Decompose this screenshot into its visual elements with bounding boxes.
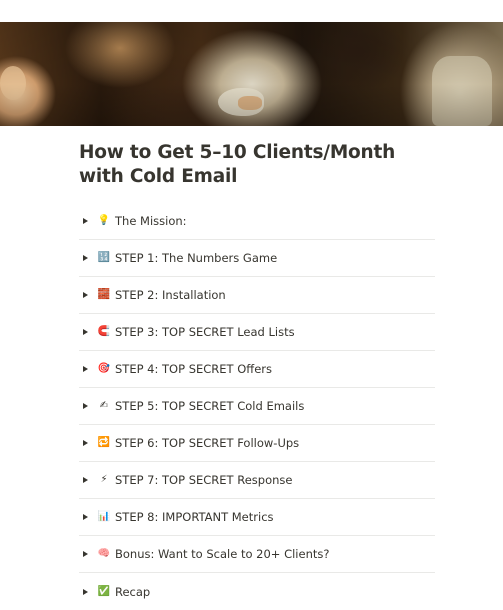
toggle-triangle-icon[interactable] (83, 588, 88, 595)
toggle-label: STEP 2: Installation (115, 288, 226, 302)
toggle-step-6[interactable]: 🔁 STEP 6: TOP SECRET Follow-Ups (79, 425, 435, 462)
toggle-step-7[interactable]: ⚡ STEP 7: TOP SECRET Response (79, 462, 435, 499)
lightning-icon: ⚡ (100, 474, 108, 485)
brick-icon: 🧱 (97, 289, 111, 300)
writing-hand-icon: ✍ (99, 400, 109, 411)
toggle-step-8[interactable]: 📊 STEP 8: IMPORTANT Metrics (79, 499, 435, 536)
toggle-label: STEP 8: IMPORTANT Metrics (115, 510, 274, 524)
toggle-label: STEP 7: TOP SECRET Response (115, 473, 293, 487)
toggle-label: STEP 4: TOP SECRET Offers (115, 362, 272, 376)
toggle-label: Bonus: Want to Scale to 20+ Clients? (115, 547, 330, 561)
toggle-label: STEP 1: The Numbers Game (115, 251, 278, 265)
toggle-label: Recap (115, 584, 151, 599)
toggle-triangle-icon[interactable] (83, 403, 88, 409)
check-mark-icon: ✅ (97, 585, 111, 597)
toggle-step-5[interactable]: ✍ STEP 5: TOP SECRET Cold Emails (79, 388, 435, 425)
toggle-triangle-icon[interactable] (83, 218, 88, 224)
cover-shade (0, 22, 503, 126)
toggle-label: The Mission: (115, 214, 187, 228)
toggle-recap[interactable]: ✅ Recap (79, 573, 435, 610)
bar-chart-icon: 📊 (97, 511, 111, 522)
toggle-triangle-icon[interactable] (83, 551, 88, 557)
toggle-step-2[interactable]: 🧱 STEP 2: Installation (79, 277, 435, 314)
brain-icon: 🧠 (97, 548, 111, 559)
toggle-triangle-icon[interactable] (83, 329, 88, 335)
toggle-step-3[interactable]: 🧲 STEP 3: TOP SECRET Lead Lists (79, 314, 435, 351)
toggle-label: STEP 5: TOP SECRET Cold Emails (115, 399, 305, 413)
toggle-triangle-icon[interactable] (83, 366, 88, 372)
numbers-icon: 🔢 (97, 252, 111, 263)
top-spacer (0, 0, 503, 22)
toggle-mission[interactable]: 💡 The Mission: (79, 203, 435, 240)
page-content: How to Get 5–10 Clients/Month with Cold … (79, 141, 435, 610)
toggle-step-1[interactable]: 🔢 STEP 1: The Numbers Game (79, 240, 435, 277)
toggle-triangle-icon[interactable] (83, 477, 88, 483)
toggle-triangle-icon[interactable] (83, 292, 88, 298)
magnet-icon: 🧲 (97, 326, 111, 337)
toggle-bonus[interactable]: 🧠 Bonus: Want to Scale to 20+ Clients? (79, 536, 435, 573)
lightbulb-icon: 💡 (97, 215, 111, 226)
toggle-label: STEP 3: TOP SECRET Lead Lists (115, 325, 295, 339)
toggle-list: 💡 The Mission: 🔢 STEP 1: The Numbers Gam… (79, 203, 435, 610)
toggle-triangle-icon[interactable] (83, 514, 88, 520)
toggle-label: STEP 6: TOP SECRET Follow-Ups (115, 436, 300, 450)
toggle-step-4[interactable]: 🎯 STEP 4: TOP SECRET Offers (79, 351, 435, 388)
cover-image (0, 22, 503, 126)
page-title: How to Get 5–10 Clients/Month with Cold … (79, 142, 396, 187)
target-icon: 🎯 (97, 363, 111, 374)
repeat-icon: 🔁 (97, 437, 111, 448)
toggle-triangle-icon[interactable] (83, 255, 88, 261)
toggle-triangle-icon[interactable] (83, 440, 88, 446)
